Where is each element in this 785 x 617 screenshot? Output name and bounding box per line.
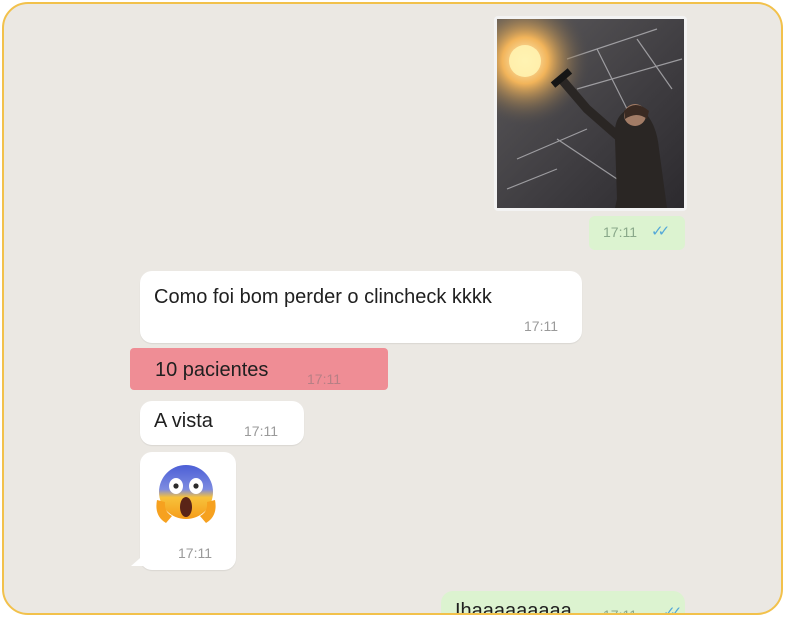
- double-check-icon: ✓✓: [651, 223, 670, 240]
- message-text: A vista: [154, 410, 213, 432]
- image-message[interactable]: [494, 16, 687, 211]
- screenshot-frame: 17:11 ✓✓ Como foi bom perder o clincheck…: [2, 2, 783, 615]
- message-photo[interactable]: [497, 19, 684, 208]
- incoming-emoji-message[interactable]: 17:11: [131, 452, 236, 570]
- incoming-message-highlighted[interactable]: 10 pacientes 17:11: [130, 348, 388, 390]
- timestamp: 17:11: [524, 318, 558, 334]
- timestamp: 17:11: [307, 371, 341, 387]
- screaming-face-icon: [156, 465, 216, 523]
- message-text: Ihaaaaaaaaa: [455, 600, 572, 615]
- timestamp: 17:11: [244, 423, 278, 439]
- chat-area[interactable]: 17:11 ✓✓ Como foi bom perder o clincheck…: [4, 4, 781, 613]
- bubble-tail: [131, 552, 147, 566]
- outgoing-message[interactable]: Ihaaaaaaaaa 17:11 ✓✓: [441, 591, 685, 615]
- message-text: 10 pacientes: [155, 359, 269, 381]
- timestamp: 17:11: [178, 545, 212, 561]
- image-message-status: 17:11 ✓✓: [589, 216, 685, 250]
- incoming-message[interactable]: Como foi bom perder o clincheck kkkk 17:…: [140, 271, 582, 343]
- timestamp: 17:11: [603, 224, 637, 240]
- double-check-icon: ✓✓: [663, 604, 682, 615]
- incoming-message[interactable]: A vista 17:11: [140, 401, 304, 445]
- message-text: Como foi bom perder o clincheck kkkk: [154, 286, 492, 308]
- timestamp: 17:11: [603, 607, 637, 615]
